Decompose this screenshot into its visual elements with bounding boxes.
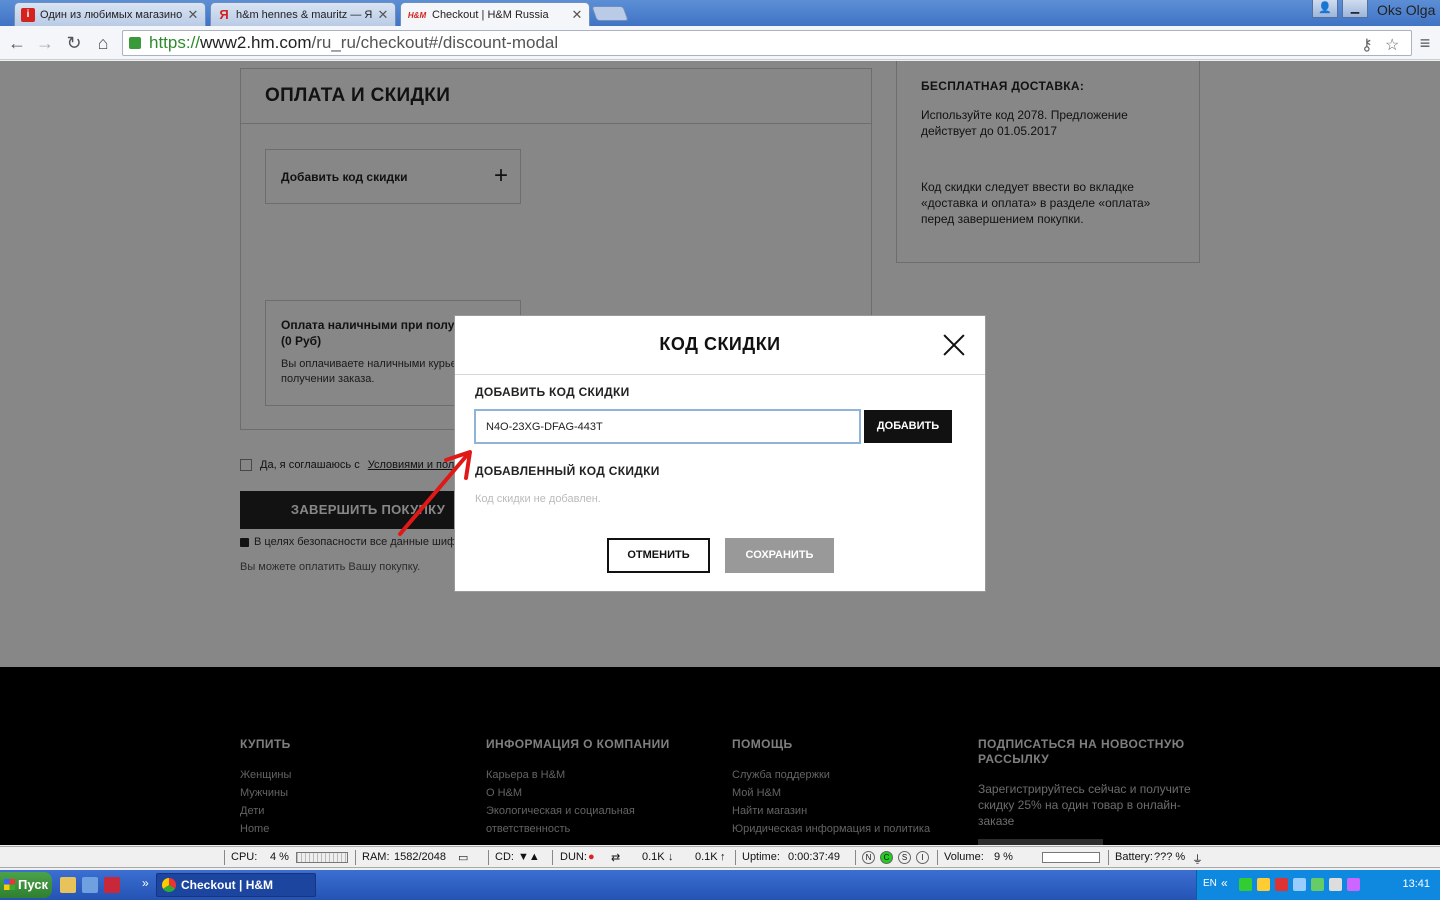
drive-icon: ▭ [458,852,469,864]
added-code-label: ДОБАВЛЕННЫЙ КОД СКИДКИ [475,464,660,478]
ie-quicklaunch-icon[interactable] [82,877,98,893]
home-icon[interactable]: ⌂ [92,32,114,54]
url-scheme: https:// [149,33,201,52]
messenger-tray-icon[interactable] [1347,878,1360,891]
discount-code-modal: КОД СКИДКИ ДОБАВИТЬ КОД СКИДКИ ДОБАВИТЬ … [454,315,986,592]
quicklaunch-expand-icon[interactable]: » [142,876,149,890]
tab-favicon-icon: Я [219,7,229,22]
minimize-icon[interactable]: ▁ [1342,0,1368,18]
network-icon: ⇄ [611,852,621,864]
cpu-value: 4 % [270,851,289,863]
dun-label: DUN: [560,851,587,863]
num-lock-icon: N [862,851,875,864]
discount-code-input[interactable] [474,409,861,444]
volume-value: 9 % [994,851,1013,863]
security-tray-icon[interactable] [1275,878,1288,891]
system-clock[interactable]: 13:41 [1402,878,1430,890]
cd-eject-icon[interactable]: ▼▲ [518,851,540,863]
insert-icon: I [916,851,929,864]
cd-label: CD: [495,851,514,863]
taskbar-chrome-window[interactable]: Checkout | H&M Russ... [156,873,316,897]
volume-label: Volume: [944,851,984,863]
profile-name[interactable]: Oks Olga [1377,2,1435,18]
key-icon[interactable]: ⚷ [1361,34,1373,58]
browser-toolbar: ← → ↻ ⌂ https://www2.hm.com/ru_ru/checko… [0,26,1440,60]
upload-arrow-icon: ↑ [720,851,726,863]
download-arrow-icon: ↓ [668,851,674,863]
bookmark-star-icon[interactable]: ☆ [1385,34,1399,58]
download-rate: 0.1K [642,851,665,863]
tab-close-icon[interactable]: ✕ [377,7,389,23]
back-icon[interactable]: ← [6,32,28,54]
address-bar[interactable]: https://www2.hm.com/ru_ru/checkout#/disc… [122,30,1412,56]
tab-favorite-shop[interactable]: i Один из любимых магазинов ✕ [14,2,206,26]
add-code-label: ДОБАВИТЬ КОД СКИДКИ [475,385,630,399]
tab-close-icon[interactable]: ✕ [571,7,583,23]
tab-yandex-search[interactable]: Я h&m hennes & mauritz — Ян ✕ [210,2,396,26]
url-host: www2.hm.com [200,33,312,52]
tab-favicon-icon: H&M [407,10,427,20]
tab-favicon-icon: i [21,7,35,22]
red-arrow-annotation [398,450,472,536]
battery-label: Battery: [1115,851,1153,863]
no-code-message: Код скидки не добавлен. [475,493,601,505]
uptime-value: 0:00:37:49 [788,851,840,863]
dun-status-icon: ● [588,851,595,863]
browser-tab-bar: i Один из любимых магазинов ✕ Я h&m henn… [0,0,1440,27]
reload-icon[interactable]: ↻ [63,32,85,54]
volume-tray-icon[interactable] [1329,878,1342,891]
battery-value: ??? % [1154,851,1186,863]
cancel-button[interactable]: ОТМЕНИТЬ [607,538,710,573]
new-tab-button[interactable] [591,6,629,21]
network-tray-icon[interactable] [1293,878,1306,891]
forward-icon[interactable]: → [34,32,56,54]
volume-slider[interactable] [1042,852,1100,863]
add-code-button[interactable]: ДОБАВИТЬ [864,410,952,443]
power-plug-icon: ⏚ [1192,854,1203,866]
explorer-quicklaunch-icon[interactable] [60,877,76,893]
tab-title: h&m hennes & mauritz — Ян [236,8,372,21]
antivirus-tray-icon[interactable] [1239,878,1252,891]
system-tray: EN « 13:41 [1196,870,1440,900]
uptime-label: Uptime: [742,851,780,863]
caps-lock-icon: C [880,851,893,864]
url-path: /ru_ru/checkout#/discount-modal [311,33,559,52]
close-icon[interactable] [943,334,965,356]
modal-title: КОД СКИДКИ [455,316,985,375]
upload-rate: 0.1K [695,851,718,863]
language-indicator[interactable]: EN [1203,878,1217,889]
tab-close-icon[interactable]: ✕ [187,7,199,23]
ram-value: 1582/2048 [394,851,446,863]
app-quicklaunch-icon[interactable] [104,877,120,893]
shield-tray-icon[interactable] [1257,878,1270,891]
menu-icon[interactable]: ≡ [1414,32,1436,54]
tab-title: Один из любимых магазинов [40,8,182,21]
tray-expand-icon[interactable]: « [1221,876,1228,890]
save-button[interactable]: СОХРАНИТЬ [725,538,834,573]
scroll-lock-icon: S [898,851,911,864]
profile-icon[interactable]: 👤 [1312,0,1338,18]
signal-tray-icon[interactable] [1311,878,1324,891]
windows-taskbar: Пуск » Checkout | H&M Russ... EN « 13:41 [0,870,1440,900]
start-button[interactable]: Пуск [0,872,52,898]
lock-icon [129,37,141,49]
tab-title: Checkout | H&M Russia [432,9,549,21]
ram-label: RAM: [362,851,390,863]
cpu-label: CPU: [231,851,258,863]
tab-checkout[interactable]: H&M Checkout | H&M Russia ✕ [400,2,590,27]
system-monitor-bar: CPU: 4 % RAM: 1582/2048 ▭ CD: ▼▲ DUN: ● … [0,846,1440,868]
cpu-graph [296,852,348,863]
